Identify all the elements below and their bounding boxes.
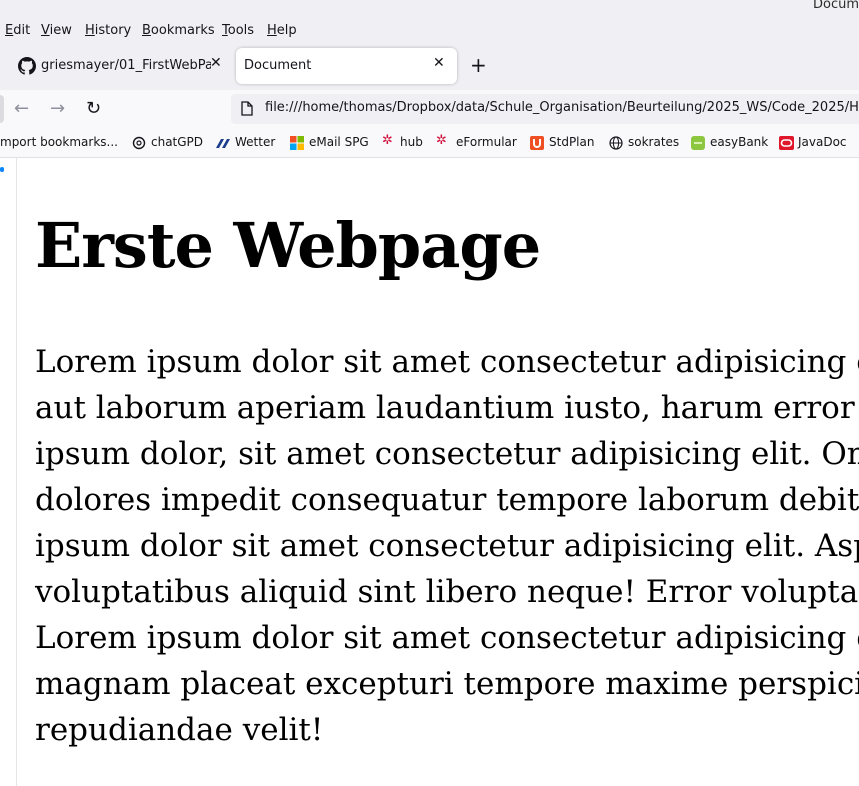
star-icon: ✲ — [382, 133, 393, 148]
bookmark-chatgpd[interactable]: chatGPD — [151, 135, 203, 149]
paragraph-line: magnam placeat excepturi tempore maxime … — [35, 666, 859, 702]
paragraph-line: ipsum dolor sit amet consectetur adipisi… — [35, 528, 859, 564]
bookmark-eformular[interactable]: eFormular — [456, 135, 517, 149]
page-paragraph: Lorem ipsum dolor sit amet consectetur a… — [35, 339, 859, 753]
openai-icon — [132, 135, 146, 150]
paragraph-line: Lorem ipsum dolor sit amet consectetur a… — [35, 620, 859, 656]
bookmark-wetter[interactable]: Wetter — [235, 135, 275, 149]
microsoft-icon — [290, 135, 304, 150]
indicator-dot — [0, 167, 4, 172]
menu-edit[interactable]: Edit — [5, 23, 30, 38]
paragraph-line: voluptatibus aliquid sint libero neque! … — [35, 574, 859, 610]
untis-icon — [530, 135, 544, 150]
new-tab-button[interactable]: + — [470, 53, 487, 77]
bookmark-sokrates[interactable]: sokrates — [628, 135, 679, 149]
menu-bar: Edit View History Bookmarks Tools Help — [0, 18, 859, 44]
star-icon: ✲ — [436, 133, 447, 148]
tab-bar: griesmayer/01_FirstWebPag ✕ Document ✕ — [0, 44, 859, 90]
back-button[interactable]: ← — [14, 98, 29, 119]
page-icon — [241, 101, 253, 120]
url-text: file:///home/thomas/Dropbox/data/Schule_… — [265, 100, 859, 115]
reload-button[interactable]: ↻ — [86, 98, 101, 119]
forward-button[interactable]: → — [50, 98, 65, 119]
easybank-icon — [691, 135, 705, 150]
tab-github[interactable]: griesmayer/01_FirstWebPag ✕ — [8, 48, 230, 84]
bookmarks-toolbar: mport bookmarks... chatGPD Wetter eMail … — [0, 128, 859, 158]
bookmark-email-spg[interactable]: eMail SPG — [309, 135, 369, 149]
github-icon — [18, 57, 36, 75]
window-title: Docum — [812, 0, 859, 12]
bookmark-easybank[interactable]: easyBank — [710, 135, 768, 149]
navigation-bar: ← → ↻ file:///home/thomas/Dropbox/data/S… — [0, 90, 859, 128]
tab-document[interactable]: Document ✕ — [236, 48, 457, 84]
bookmark-stdplan[interactable]: StdPlan — [549, 135, 594, 149]
paragraph-line: repudiandae velit! — [35, 712, 324, 748]
title-bar: Docum — [0, 0, 859, 18]
tab-label: Document — [244, 58, 312, 73]
page-content: Erste Webpage Lorem ipsum dolor sit amet… — [16, 158, 859, 786]
page-heading: Erste Webpage — [35, 209, 541, 282]
paragraph-line: ipsum dolor, sit amet consectetur adipis… — [35, 436, 859, 472]
weather-icon — [215, 135, 230, 149]
close-icon[interactable]: ✕ — [433, 55, 445, 71]
tab-label: griesmayer/01_FirstWebPag — [41, 58, 211, 73]
sidebar-toggle[interactable] — [0, 95, 4, 123]
paragraph-line: Lorem ipsum dolor sit amet consectetur a… — [35, 344, 859, 380]
globe-icon — [609, 135, 623, 150]
menu-view[interactable]: View — [41, 23, 72, 38]
bookmark-javadoc[interactable]: JavaDoc — [798, 135, 847, 149]
url-bar[interactable]: file:///home/thomas/Dropbox/data/Schule_… — [231, 94, 859, 124]
paragraph-line: dolores impedit consequatur tempore labo… — [35, 482, 859, 518]
menu-history[interactable]: History — [85, 23, 131, 38]
menu-bookmarks[interactable]: Bookmarks — [142, 23, 215, 38]
paragraph-line: aut laborum aperiam laudantium iusto, ha… — [35, 390, 855, 426]
bookmark-import[interactable]: mport bookmarks... — [0, 135, 118, 149]
close-icon[interactable]: ✕ — [210, 55, 222, 71]
menu-tools[interactable]: Tools — [222, 23, 254, 38]
bookmark-hub[interactable]: hub — [400, 135, 423, 149]
oracle-icon — [779, 135, 794, 150]
menu-help[interactable]: Help — [267, 23, 297, 38]
